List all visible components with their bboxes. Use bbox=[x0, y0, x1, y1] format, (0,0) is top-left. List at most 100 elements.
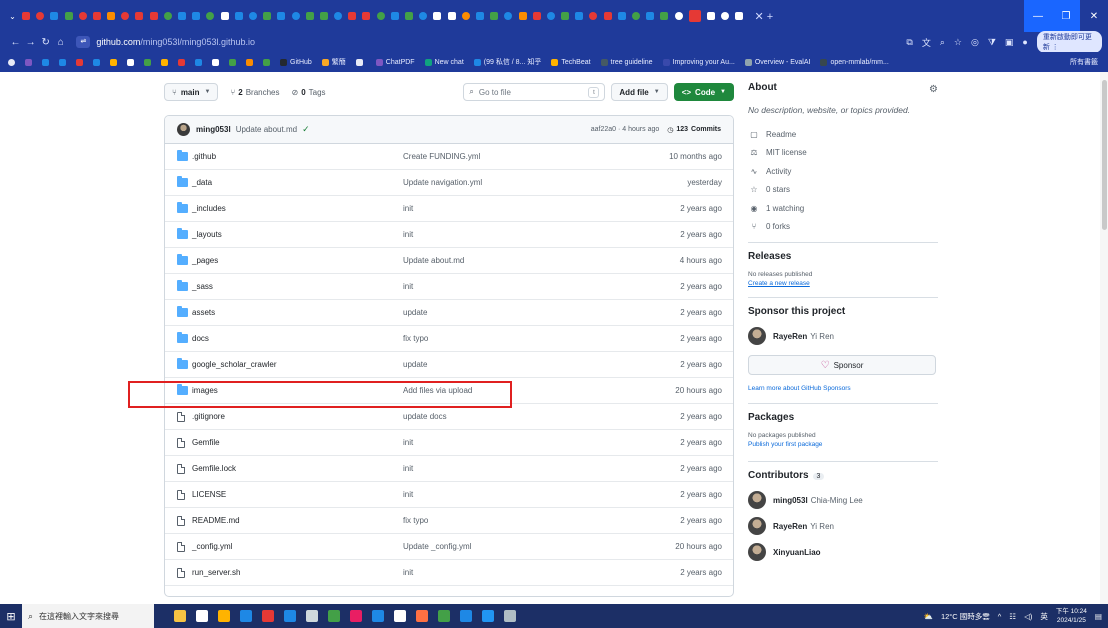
taskbar-app-icon[interactable] bbox=[262, 610, 274, 622]
update-button[interactable]: 重新啟動即可更新 ⋮ bbox=[1036, 31, 1102, 53]
branches-link[interactable]: ⑂ 2 Branches bbox=[230, 88, 279, 97]
taskbar-app-icon[interactable] bbox=[482, 610, 494, 622]
bookmark-icon[interactable] bbox=[212, 58, 219, 66]
scrollbar-thumb[interactable] bbox=[1102, 80, 1107, 230]
learn-sponsors-link[interactable]: Learn more about GitHub Sponsors bbox=[748, 385, 938, 392]
sponsor-person[interactable]: RayeRen Yi Ren bbox=[748, 327, 938, 345]
tab-favicon[interactable] bbox=[546, 12, 555, 20]
table-row[interactable]: docs fix typo 2 years ago bbox=[165, 326, 733, 352]
tab-favicon[interactable] bbox=[674, 12, 683, 20]
tab-favicon[interactable] bbox=[706, 12, 715, 20]
tab-favicon[interactable] bbox=[263, 12, 272, 20]
gear-icon[interactable]: ⚙ bbox=[929, 84, 938, 95]
weather-icon[interactable]: ⛅ bbox=[924, 612, 933, 621]
tab-favicon[interactable] bbox=[376, 12, 385, 20]
tab-favicon[interactable] bbox=[532, 12, 541, 20]
file-name-link[interactable]: _sass bbox=[192, 282, 213, 291]
taskbar-app-icon[interactable] bbox=[372, 610, 384, 622]
table-row[interactable]: _pages Update about.md 4 hours ago bbox=[165, 248, 733, 274]
bookmark-item[interactable]: tree guideline bbox=[600, 58, 653, 66]
bookmark-star-icon[interactable]: ☆ bbox=[954, 37, 962, 48]
tab-favicon[interactable] bbox=[632, 12, 641, 20]
commit-message-link[interactable]: Create FUNDING.yml bbox=[403, 152, 480, 161]
table-row[interactable]: Gemfile.lock init 2 years ago bbox=[165, 456, 733, 482]
weather-text[interactable]: 12°C 國時多雲 bbox=[941, 611, 990, 622]
address-bar[interactable]: ⇌ github.com/ming053l/ming053l.github.io bbox=[76, 34, 906, 50]
code-button[interactable]: <> Code ▼ bbox=[673, 83, 734, 101]
back-icon[interactable]: ← bbox=[8, 37, 23, 48]
bookmark-item[interactable]: (99 私信 / 8... 知乎 bbox=[473, 57, 541, 67]
tab-favicon[interactable] bbox=[319, 12, 328, 20]
commit-hash-time[interactable]: aaf22a0 · 4 hours ago bbox=[591, 126, 660, 133]
translate-icon[interactable]: 文 bbox=[922, 36, 931, 49]
tab-favicon[interactable] bbox=[291, 12, 300, 20]
bookmark-item[interactable]: GitHub bbox=[280, 58, 312, 66]
bookmark-icon[interactable] bbox=[161, 58, 168, 66]
bookmark-icon[interactable] bbox=[110, 58, 117, 66]
bookmark-icon[interactable] bbox=[144, 58, 151, 66]
tab-favicon[interactable] bbox=[78, 12, 87, 20]
file-name-link[interactable]: .github bbox=[192, 152, 216, 161]
taskbar-app-icon[interactable] bbox=[460, 610, 472, 622]
file-name-link[interactable]: images bbox=[192, 386, 218, 395]
tab-favicon[interactable] bbox=[348, 12, 357, 20]
file-name-link[interactable]: _data bbox=[192, 178, 212, 187]
tab-favicon[interactable] bbox=[220, 12, 229, 20]
forward-icon[interactable]: → bbox=[23, 37, 38, 48]
bookmark-icon[interactable] bbox=[195, 58, 202, 66]
table-row[interactable]: google_scholar_crawler update 2 years ago bbox=[165, 352, 733, 378]
tab-favicon[interactable] bbox=[419, 12, 428, 20]
contributor-item[interactable]: RayeRen Yi Ren bbox=[748, 517, 938, 535]
tab-favicon[interactable] bbox=[149, 12, 158, 20]
taskbar-app-icon[interactable] bbox=[306, 610, 318, 622]
taskbar-app-icon[interactable] bbox=[328, 610, 340, 622]
about-item[interactable]: ▢ Readme bbox=[748, 125, 938, 144]
bookmark-icon[interactable] bbox=[59, 58, 66, 66]
bookmark-icon[interactable] bbox=[246, 58, 253, 66]
tab-favicon[interactable] bbox=[36, 12, 45, 20]
tab-favicon[interactable] bbox=[461, 12, 470, 20]
minimize-button[interactable]: — bbox=[1024, 0, 1052, 32]
contributor-login[interactable]: XinyuanLiao bbox=[773, 548, 821, 557]
bookmark-item[interactable]: Improving your Au... bbox=[662, 58, 735, 66]
tab-favicon[interactable] bbox=[248, 12, 257, 20]
bookmark-item[interactable]: New chat bbox=[424, 58, 464, 66]
extension-icon[interactable]: ◎ bbox=[971, 37, 979, 48]
branch-select[interactable]: ⑂ main ▼ bbox=[164, 83, 219, 101]
sponsor-button[interactable]: ♡ Sponsor bbox=[748, 355, 936, 375]
tab-favicon[interactable] bbox=[617, 12, 626, 20]
commit-message-link[interactable]: update bbox=[403, 360, 427, 369]
network-icon[interactable]: ☷ bbox=[1009, 612, 1016, 621]
taskbar-app-icon[interactable] bbox=[438, 610, 450, 622]
close-window-button[interactable]: ✕ bbox=[1080, 0, 1108, 32]
table-row[interactable]: assets update 2 years ago bbox=[165, 300, 733, 326]
site-info-icon[interactable]: ⇌ bbox=[76, 36, 91, 48]
file-name-link[interactable]: LICENSE bbox=[192, 490, 226, 499]
sponsor-login[interactable]: RayeRen bbox=[773, 332, 807, 341]
taskbar-app-icon[interactable] bbox=[350, 610, 362, 622]
tab-favicon[interactable] bbox=[163, 12, 172, 20]
taskbar-search-box[interactable]: ⌕ 在這裡輸入文字來搜尋 bbox=[22, 604, 154, 628]
commit-message-link[interactable]: init bbox=[403, 464, 413, 473]
commit-message-link[interactable]: init bbox=[403, 230, 413, 239]
table-row[interactable]: _sass init 2 years ago bbox=[165, 274, 733, 300]
commit-message-link[interactable]: fix typo bbox=[403, 334, 428, 343]
sidepanel-icon[interactable]: ▣ bbox=[1005, 37, 1014, 48]
bookmark-icon[interactable] bbox=[25, 58, 32, 66]
file-name-link[interactable]: run_server.sh bbox=[192, 568, 240, 577]
tags-link[interactable]: ⊘ 0 Tags bbox=[292, 88, 326, 97]
tab-favicon[interactable] bbox=[92, 12, 101, 20]
file-name-link[interactable]: _config.yml bbox=[192, 542, 232, 551]
avatar[interactable] bbox=[748, 491, 766, 509]
commit-message-link[interactable]: init bbox=[403, 490, 413, 499]
table-row[interactable]: _layouts init 2 years ago bbox=[165, 222, 733, 248]
file-name-link[interactable]: _layouts bbox=[192, 230, 222, 239]
create-release-link[interactable]: Create a new release bbox=[748, 280, 938, 287]
tab-favicon[interactable] bbox=[64, 12, 73, 20]
tab-favicon[interactable] bbox=[178, 12, 187, 20]
bookmark-icon[interactable] bbox=[127, 58, 134, 66]
avatar[interactable] bbox=[748, 517, 766, 535]
taskbar-app-icon[interactable] bbox=[416, 610, 428, 622]
extensions-puzzle-icon[interactable]: ⧩ bbox=[988, 37, 996, 48]
bookmark-icon[interactable] bbox=[178, 58, 185, 66]
